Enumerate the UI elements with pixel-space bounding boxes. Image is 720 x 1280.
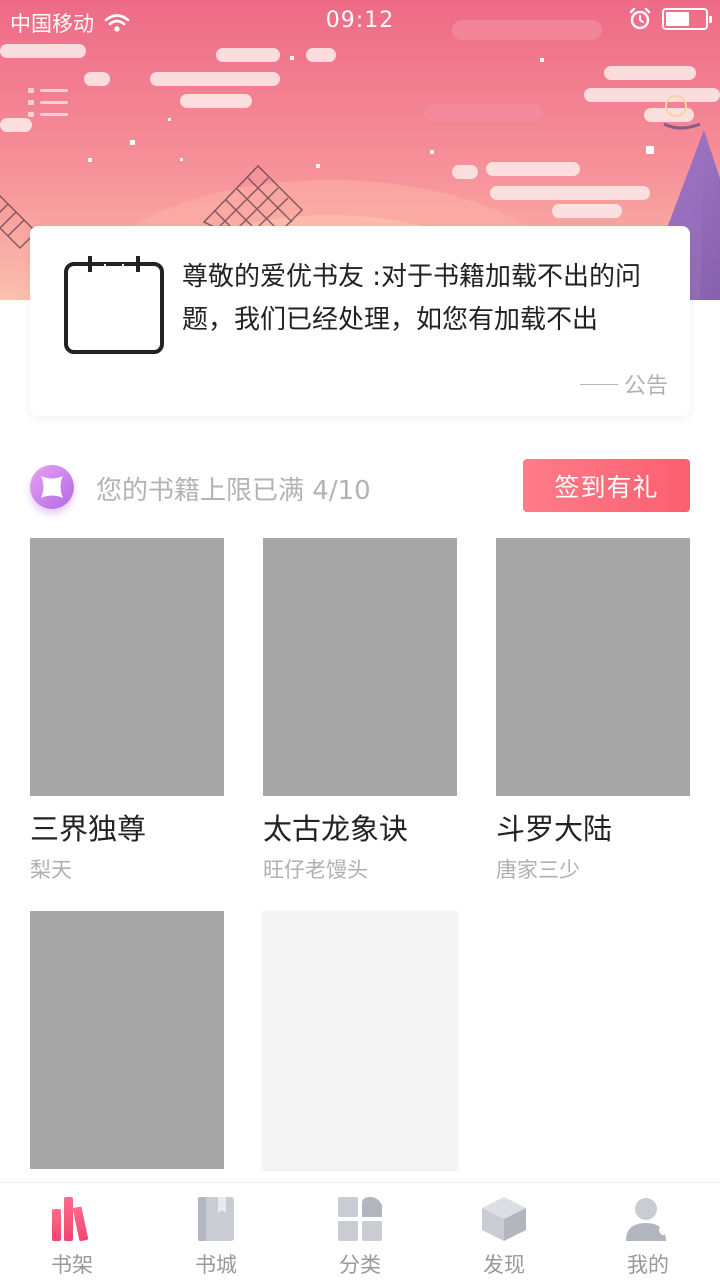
- battery-icon: [662, 8, 712, 30]
- status-time: 09:12: [325, 8, 395, 33]
- alarm-icon: [629, 7, 651, 30]
- tab-discover[interactable]: 发现: [432, 1183, 576, 1280]
- list-menu-icon[interactable]: [28, 88, 70, 122]
- tab-label: 我的: [627, 1253, 669, 1277]
- announcement-card[interactable]: 尊敬的爱优书友 :对于书籍加载不出的问题，我们已经处理，如您有加载不出 公告: [30, 226, 690, 416]
- discover-box-icon: [482, 1197, 526, 1241]
- quota-count: 4/10: [312, 476, 371, 506]
- quota-label: 您的书籍上限已满: [96, 476, 305, 506]
- checkin-button[interactable]: 签到有礼: [523, 459, 690, 512]
- announcement-tag-label: 公告: [623, 374, 668, 399]
- tab-bookshelf[interactable]: 书架: [0, 1183, 144, 1280]
- diamond-badge-icon: [30, 465, 74, 509]
- add-book-slot[interactable]: [263, 911, 457, 1169]
- bookshelf-icon: [52, 1197, 89, 1242]
- book-cover[interactable]: [263, 538, 457, 796]
- tab-label: 书架: [51, 1253, 93, 1277]
- book-author: 梨天: [30, 858, 72, 882]
- book-cover[interactable]: [496, 538, 690, 796]
- bookshelf-quota-row: 您的书籍上限已满 4/10 签到有礼: [30, 459, 690, 513]
- book-title: 太古龙象诀: [263, 812, 409, 846]
- tab-profile[interactable]: 我的: [576, 1183, 720, 1280]
- book-cover[interactable]: [30, 911, 224, 1169]
- book-title: 斗罗大陆: [496, 812, 613, 846]
- tab-label: 发现: [483, 1253, 525, 1277]
- tab-category[interactable]: 分类: [288, 1183, 432, 1280]
- book-store-icon: [198, 1197, 234, 1241]
- announcement-text: 尊敬的爱优书友 :对于书籍加载不出的问题，我们已经处理，如您有加载不出: [182, 262, 642, 335]
- bottom-tab-bar: 书架 书城 分类 发现 我的: [0, 1182, 720, 1280]
- book-item[interactable]: [30, 911, 224, 1169]
- category-icon: [338, 1197, 382, 1241]
- book-item[interactable]: 太古龙象诀 旺仔老馒头: [263, 538, 457, 884]
- empty-book-cover[interactable]: [263, 911, 457, 1169]
- announcement-tag: 公告: [579, 368, 668, 400]
- tag-dash: [579, 383, 618, 385]
- tab-label: 书城: [195, 1253, 237, 1277]
- tab-label: 分类: [339, 1253, 381, 1277]
- calendar-icon: [64, 256, 164, 354]
- quota-text: 您的书籍上限已满 4/10: [96, 470, 371, 507]
- tab-bookstore[interactable]: 书城: [144, 1183, 288, 1280]
- status-right-group: [628, 7, 712, 31]
- book-author: 旺仔老馒头: [263, 858, 368, 882]
- book-cover[interactable]: [30, 538, 224, 796]
- book-title: 三界独尊: [30, 812, 147, 846]
- book-item[interactable]: 三界独尊 梨天: [30, 538, 224, 884]
- book-author: 唐家三少: [496, 858, 580, 882]
- profile-icon: [626, 1198, 668, 1241]
- book-item[interactable]: 斗罗大陆 唐家三少: [496, 538, 690, 884]
- battery-level: [666, 12, 689, 26]
- diamond-shape: [41, 476, 63, 498]
- status-bar: 中国移动 09:12: [0, 0, 720, 44]
